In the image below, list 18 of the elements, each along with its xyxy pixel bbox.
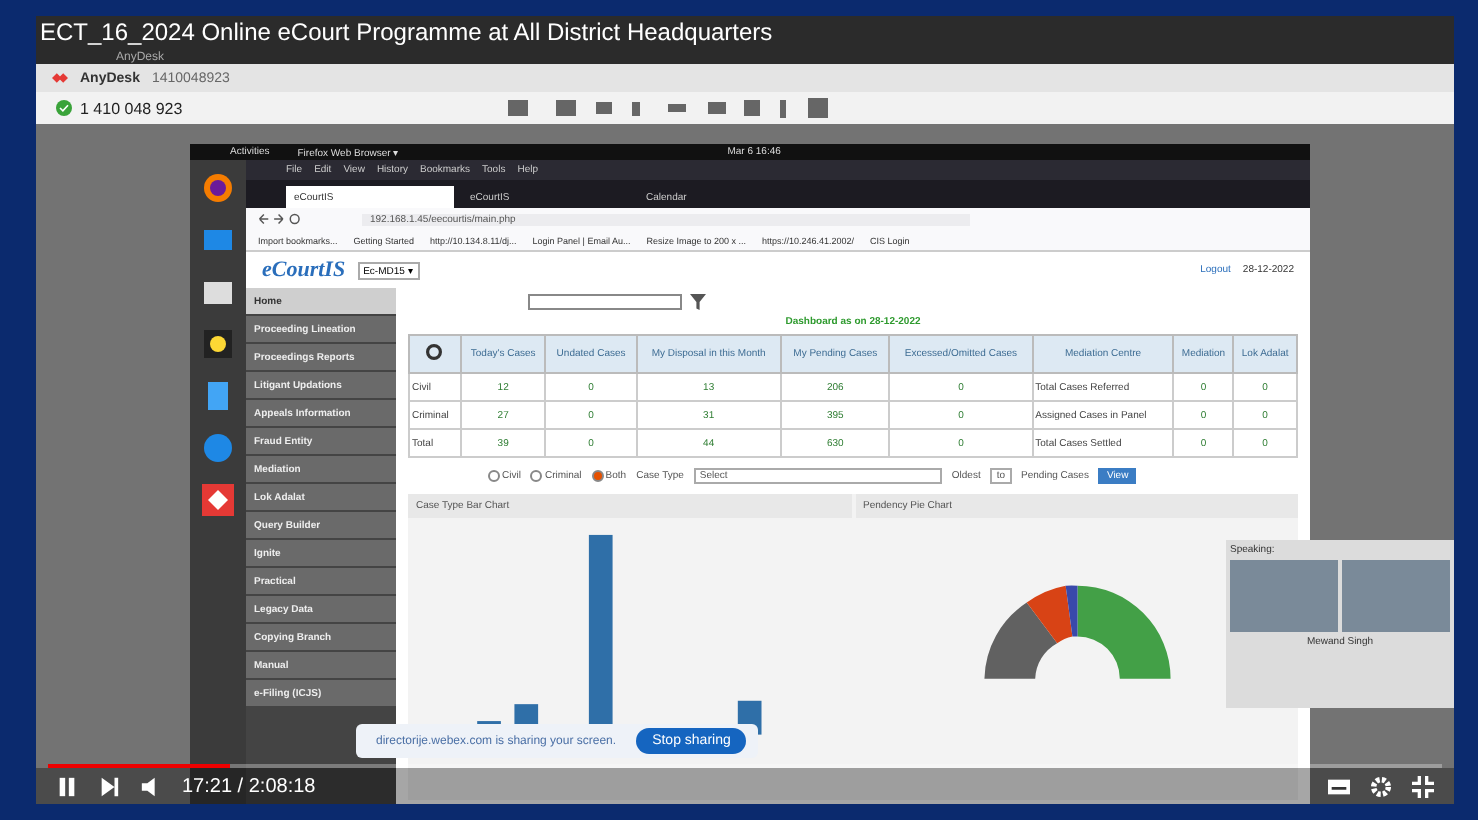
navigation-icons[interactable] xyxy=(258,212,302,226)
remote-address: 1 410 048 923 xyxy=(80,99,185,117)
refresh-icon[interactable] xyxy=(426,344,443,360)
settings-icon[interactable] xyxy=(1370,775,1392,797)
exit-fullscreen-icon[interactable] xyxy=(1412,775,1434,797)
video-title: ECT_16_2024 Online eCourt Programme at All District Headquarters xyxy=(40,18,773,46)
photo-placeholder xyxy=(1230,560,1338,632)
filter-icon[interactable] xyxy=(690,293,706,309)
pause-icon[interactable] xyxy=(56,775,78,797)
diamond-logo-icon xyxy=(52,70,68,86)
browser-icon[interactable] xyxy=(202,172,234,204)
next-icon[interactable] xyxy=(98,775,120,797)
photo-placeholder xyxy=(1342,560,1450,632)
diamond-logo-icon[interactable] xyxy=(202,484,234,516)
search-field[interactable] xyxy=(528,293,682,309)
time-display: 17:21 / 2:08:18 xyxy=(182,775,316,797)
check-circle-icon xyxy=(56,100,72,116)
app-logo: eCourtIS xyxy=(262,258,346,282)
